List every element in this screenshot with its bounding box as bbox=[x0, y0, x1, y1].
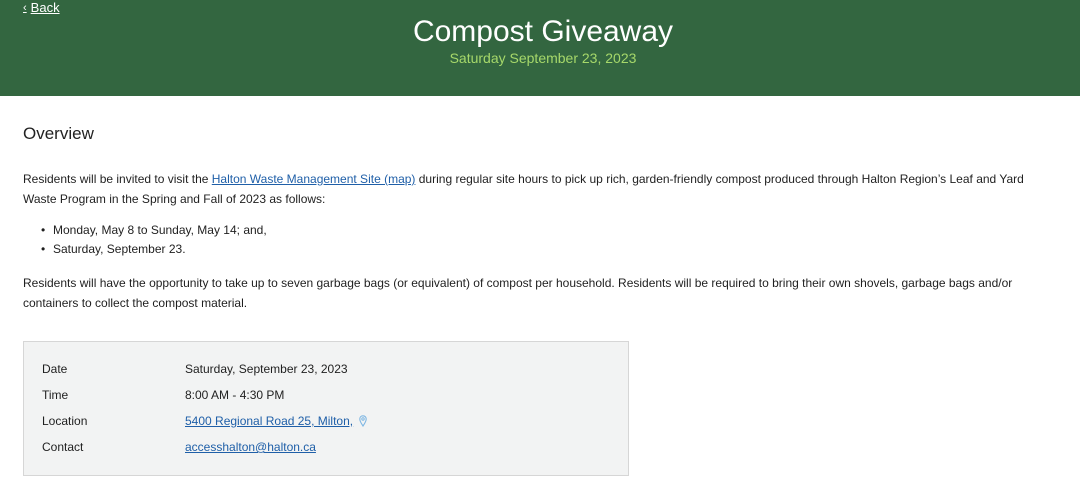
list-item: Monday, May 8 to Sunday, May 14; and, bbox=[41, 221, 267, 240]
event-details-box: Date Saturday, September 23, 2023 Time 8… bbox=[23, 341, 629, 476]
list-item: Saturday, September 23. bbox=[41, 240, 267, 259]
date-label: Date bbox=[42, 362, 68, 376]
para1-text-before: Residents will be invited to visit the bbox=[23, 172, 212, 186]
map-pin-icon[interactable] bbox=[359, 415, 367, 427]
date-value: Saturday, September 23, 2023 bbox=[185, 362, 348, 376]
contact-label: Contact bbox=[42, 440, 84, 454]
overview-paragraph-1: Residents will be invited to visit the H… bbox=[23, 170, 1053, 209]
chevron-left-icon: ‹ bbox=[23, 1, 27, 14]
page-title: Compost Giveaway bbox=[412, 15, 674, 48]
site-map-link[interactable]: Halton Waste Management Site (map) bbox=[212, 172, 416, 186]
location-link[interactable]: 5400 Regional Road 25, Milton, bbox=[185, 414, 353, 428]
location-label: Location bbox=[42, 414, 88, 428]
overview-paragraph-2: Residents will have the opportunity to t… bbox=[23, 276, 1013, 310]
location-row: Location 5400 Regional Road 25, Milton, bbox=[42, 412, 367, 430]
dates-list: Monday, May 8 to Sunday, May 14; and, Sa… bbox=[41, 221, 267, 259]
contact-email-link[interactable]: accesshalton@halton.ca bbox=[185, 440, 316, 454]
overview-heading: Overview bbox=[23, 124, 94, 143]
time-row: Time 8:00 AM - 4:30 PM bbox=[42, 386, 284, 404]
contact-row: Contact accesshalton@halton.ca bbox=[42, 438, 316, 456]
page-subtitle: Saturday September 23, 2023 bbox=[449, 50, 637, 66]
time-value: 8:00 AM - 4:30 PM bbox=[185, 388, 285, 402]
date-row: Date Saturday, September 23, 2023 bbox=[42, 360, 348, 378]
page-header: ‹ Back Compost Giveaway Saturday Septemb… bbox=[0, 0, 1080, 96]
time-label: Time bbox=[42, 388, 69, 402]
